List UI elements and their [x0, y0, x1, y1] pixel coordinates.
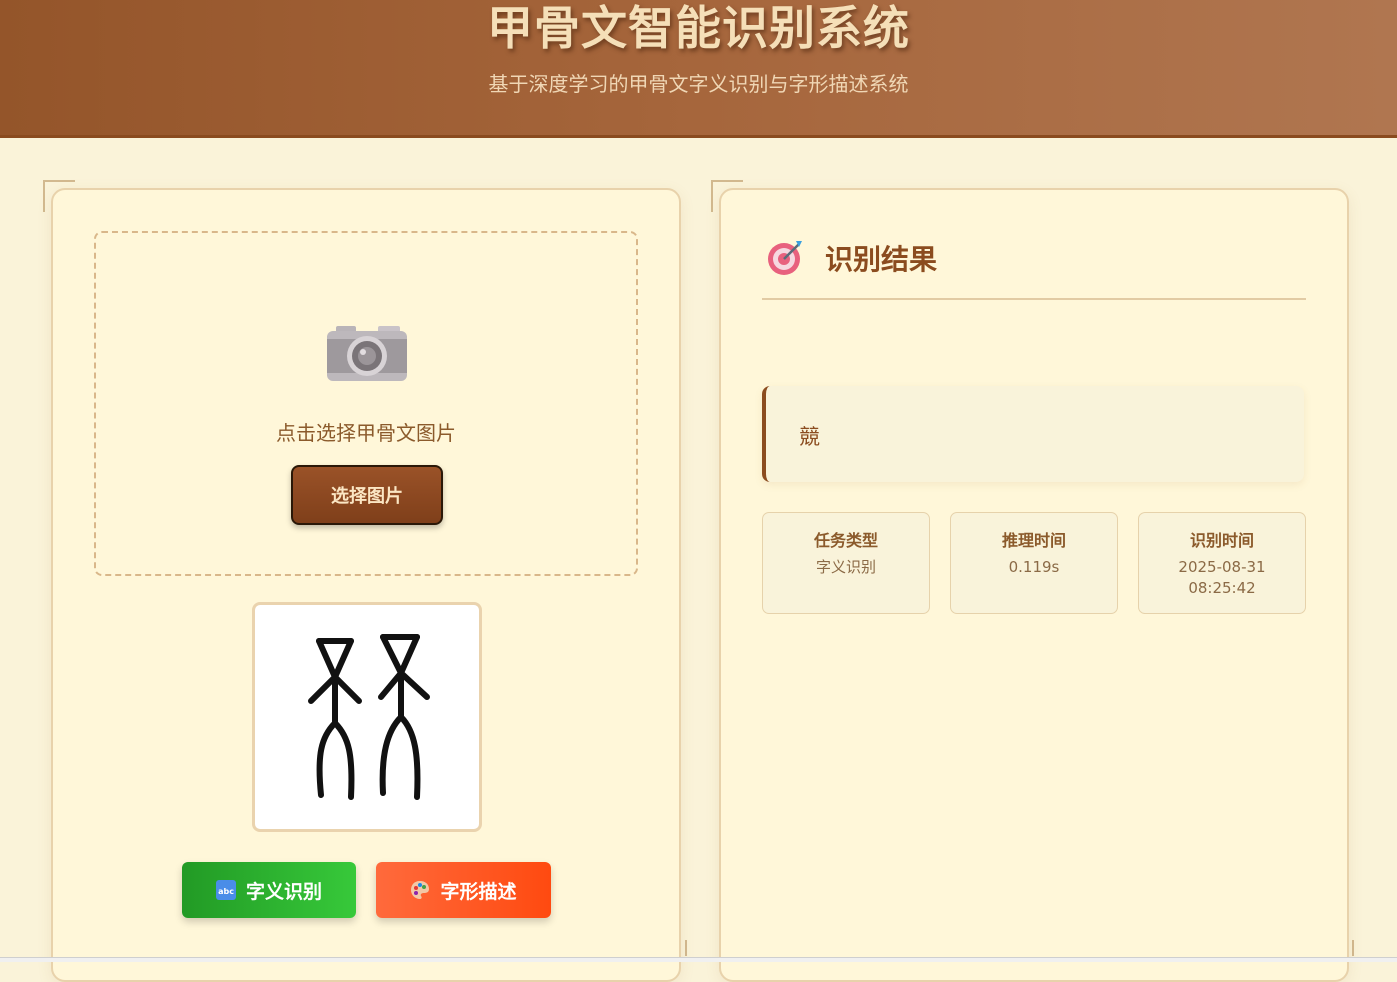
page-subtitle: 基于深度学习的甲骨文字义识别与字形描述系统 [488, 72, 909, 96]
shape-description-button[interactable]: 字形描述 [376, 862, 551, 918]
image-preview [252, 602, 482, 832]
upload-dropzone[interactable]: 点击选择甲骨文图片 选择图片 [94, 231, 638, 576]
abc-icon: abc [215, 880, 236, 900]
page-title: 甲骨文智能识别系统 [487, 1, 910, 55]
card-label: 任务类型 [813, 531, 878, 550]
oracle-glyph-image [308, 634, 430, 800]
app-header: 甲骨文智能识别系统 基于深度学习的甲骨文字义识别与字形描述系统 [0, 0, 1397, 138]
window-bottom-edge [0, 957, 1397, 962]
svg-text:abc: abc [218, 887, 234, 896]
card-value: 2025-08-31 08:25:42 [1178, 558, 1266, 597]
upload-panel: 点击选择甲骨文图片 选择图片 abc 字义识别 字形描述 [51, 188, 681, 982]
choose-image-button[interactable]: 选择图片 [291, 465, 443, 525]
result-title: 识别结果 [825, 243, 938, 276]
palette-icon [411, 881, 430, 899]
inference-time-card: 推理时间 0.119s [950, 512, 1118, 614]
target-icon [768, 241, 802, 275]
panel-corner-decoration [1352, 940, 1384, 956]
upload-hint-text: 点击选择甲骨文图片 [276, 421, 456, 445]
card-value: 0.119s [1008, 558, 1060, 576]
recognition-time-card: 识别时间 2025-08-31 08:25:42 [1138, 512, 1306, 614]
meaning-recognition-label: 字义识别 [245, 880, 322, 903]
meaning-recognition-button[interactable]: abc 字义识别 [182, 862, 356, 918]
task-type-card: 任务类型 字义识别 [762, 512, 930, 614]
card-label: 识别时间 [1189, 531, 1254, 550]
result-text-box: 競 [762, 386, 1304, 482]
camera-icon [327, 326, 407, 381]
card-value: 字义识别 [815, 558, 876, 576]
result-character: 競 [799, 425, 820, 449]
panel-corner-decoration [685, 940, 717, 956]
result-panel: 识别结果 競 任务类型 字义识别 推理时间 0.119s 识别时间 2025-0… [719, 188, 1349, 982]
card-label: 推理时间 [1001, 531, 1066, 550]
shape-description-label: 字形描述 [440, 880, 517, 903]
result-header: 识别结果 [762, 236, 1306, 300]
